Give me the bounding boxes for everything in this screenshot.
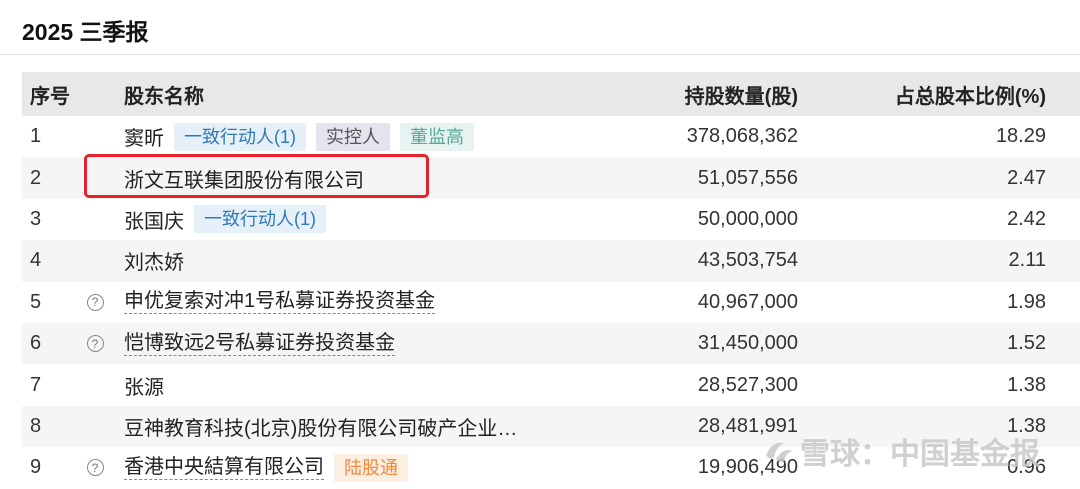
row-index: 3: [30, 207, 42, 230]
col-header-ratio[interactable]: 占总股本比例(%): [822, 72, 1046, 116]
red-highlight-annotation: [84, 154, 429, 198]
question-circle-icon[interactable]: ?: [86, 459, 104, 477]
row-index: 9: [30, 456, 42, 479]
shareholder-name: 张源: [124, 376, 164, 399]
watermark-text: 雪球：中国基金报: [800, 438, 1040, 471]
shareholder-name: 张国庆: [124, 210, 184, 233]
panel-header: 2025 三季报: [0, 0, 1080, 55]
ratio-value: 1.38: [1007, 373, 1046, 396]
col-header-name: 股东名称: [124, 85, 204, 108]
shares-value: 31,450,000: [697, 332, 798, 355]
shares-value: 43,503,754: [697, 249, 798, 272]
row-index: 7: [30, 373, 42, 396]
shareholder-name-cell: 香港中央結算有限公司 陆股通: [124, 447, 594, 488]
table-header: 序号 股东名称 持股数量(股) 占总股本比例(%): [22, 72, 1080, 116]
ratio-value: 2.42: [1007, 207, 1046, 230]
row-index: 8: [30, 414, 42, 437]
snowball-logo-icon: [766, 442, 792, 463]
tag-concert-party[interactable]: 一致行动人(1): [174, 122, 306, 151]
shareholder-name-link[interactable]: 恺博致远2号私募证券投资基金: [124, 332, 396, 356]
ratio-value: 2.47: [1007, 166, 1046, 189]
tag-controller: 实控人: [316, 122, 390, 151]
shareholder-name-cell: 恺博致远2号私募证券投资基金: [124, 323, 594, 364]
tag-executive: 董监高: [400, 122, 474, 151]
watermark: 雪球：中国基金报: [762, 429, 1040, 473]
row-index: 6: [30, 332, 42, 355]
shareholder-name-cell: 豆神教育科技(北京)股份有限公司破产企业…: [124, 406, 594, 447]
shares-value: 28,527,300: [697, 373, 798, 396]
table-row: 4 刘杰娇 43,503,754 2.11: [22, 240, 1080, 282]
help-cell: ?: [84, 282, 106, 323]
table-row: 7 张源 28,527,300 1.38: [22, 364, 1080, 405]
tag-concert-party[interactable]: 一致行动人(1): [194, 205, 326, 234]
ratio-value: 18.29: [995, 125, 1046, 148]
help-cell: ?: [84, 447, 106, 488]
shareholder-name-cell: 张源: [124, 364, 594, 405]
question-circle-icon[interactable]: ?: [86, 335, 104, 353]
table-row: 5 ? 申优复索对冲1号私募证券投资基金 40,967,000 1.98: [22, 282, 1080, 323]
shares-value: 51,057,556: [697, 166, 798, 189]
help-cell: ?: [84, 323, 106, 364]
ratio-value: 2.11: [1008, 249, 1046, 272]
shareholder-name: 刘杰娇: [124, 252, 184, 275]
col-header-shares[interactable]: 持股数量(股): [582, 72, 798, 116]
shareholders-table: 序号 股东名称 持股数量(股) 占总股本比例(%) 1 窦昕 一致行动人(1) …: [22, 72, 1080, 489]
row-index: 4: [30, 249, 42, 272]
shareholder-name-link[interactable]: 香港中央結算有限公司: [124, 456, 324, 480]
row-index: 2: [30, 166, 42, 189]
shareholder-name-cell: 申优复索对冲1号私募证券投资基金: [124, 282, 594, 323]
table-row: 6 ? 恺博致远2号私募证券投资基金 31,450,000 1.52: [22, 322, 1080, 365]
question-circle-icon[interactable]: ?: [86, 293, 104, 311]
shareholder-name: 豆神教育科技(北京)股份有限公司破产企业…: [124, 417, 518, 440]
shares-value: 50,000,000: [697, 207, 798, 230]
shareholder-name-link[interactable]: 申优复索对冲1号私募证券投资基金: [124, 290, 436, 315]
col-header-idx: 序号: [30, 85, 70, 108]
row-index: 1: [30, 125, 42, 148]
shareholder-name: 窦昕: [124, 128, 164, 151]
shareholder-name-cell: 窦昕 一致行动人(1) 实控人 董监高: [124, 116, 594, 157]
table-row: 3 张国庆 一致行动人(1) 50,000,000 2.42: [22, 199, 1080, 240]
row-index: 5: [30, 290, 42, 313]
ratio-value: 1.98: [1007, 290, 1046, 313]
ratio-value: 1.52: [1007, 332, 1046, 355]
shares-value: 40,967,000: [697, 290, 798, 313]
shareholder-name-cell: 张国庆 一致行动人(1): [124, 199, 594, 240]
report-period-title: 2025 三季报: [22, 19, 149, 45]
table-row: 1 窦昕 一致行动人(1) 实控人 董监高 378,068,362 18.29: [22, 116, 1080, 157]
shares-value: 378,068,362: [686, 125, 798, 148]
tag-stock-connect[interactable]: 陆股通: [334, 453, 408, 482]
shareholder-name-cell: 刘杰娇: [124, 240, 594, 281]
